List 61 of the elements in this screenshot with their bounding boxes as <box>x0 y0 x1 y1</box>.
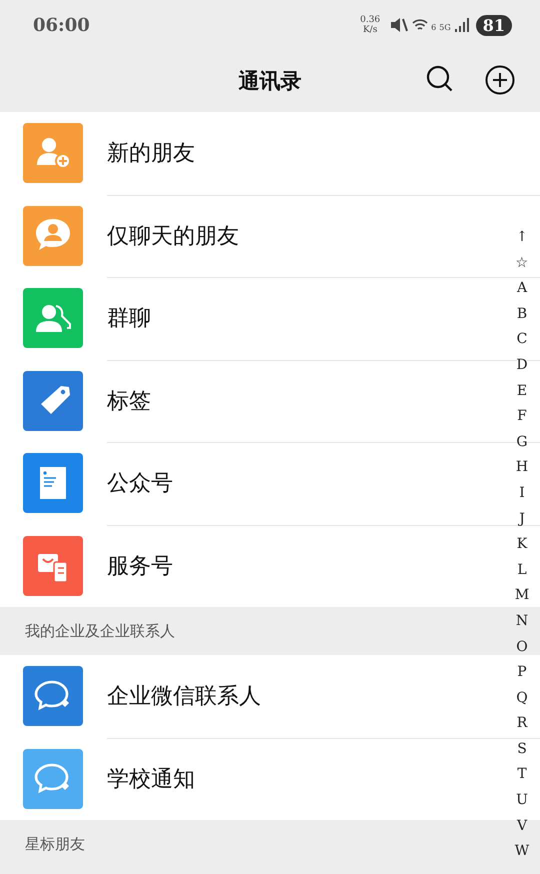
battery-indicator: 81 <box>476 14 512 36</box>
contact-list-item[interactable]: 仅聊天的朋友 <box>0 194 500 277</box>
index-letter[interactable]: ↑ <box>516 225 528 251</box>
list-item-label: 学校通知 <box>107 766 195 794</box>
index-letter[interactable]: V <box>516 814 528 840</box>
index-letter[interactable]: U <box>516 788 528 814</box>
bag-icon <box>23 536 83 596</box>
contact-list-item[interactable]: 服务号 <box>0 524 500 607</box>
index-letter[interactable]: K <box>516 532 528 558</box>
index-letter[interactable]: D <box>516 352 528 379</box>
section-header: 我的企业及企业联系人 <box>25 622 175 640</box>
list-item-label: 新的朋友 <box>107 140 195 168</box>
person-plus-icon <box>23 123 83 184</box>
search-icon[interactable] <box>426 65 454 93</box>
mute-icon <box>389 16 410 34</box>
status-time: 06:00 <box>33 14 90 36</box>
index-letter[interactable]: S <box>517 736 527 762</box>
page-title: 通讯录 <box>238 67 302 95</box>
index-letter[interactable]: C <box>516 327 528 353</box>
list-item-label: 企业微信联系人 <box>107 683 261 712</box>
index-letter[interactable]: H <box>516 455 528 481</box>
network-speed-unit: K/s <box>362 25 378 35</box>
chat-bubble-icon <box>23 748 83 809</box>
index-letter[interactable]: G <box>516 430 528 456</box>
network-speed: 0.36 <box>360 15 380 25</box>
list-item-label: 服务号 <box>107 552 173 581</box>
contact-list-item[interactable]: 公众号 <box>0 442 500 524</box>
person-bubble-icon <box>23 206 83 266</box>
index-letter[interactable]: O <box>516 634 528 660</box>
contact-list-item[interactable]: 企业微信联系人 <box>0 655 500 738</box>
section-header: 星标朋友 <box>25 834 85 854</box>
tag-icon <box>23 370 83 431</box>
index-letter[interactable]: I <box>519 480 525 507</box>
signal-icon <box>454 17 470 33</box>
index-letter[interactable]: Q <box>516 686 528 712</box>
people-icon <box>23 288 83 348</box>
list-item-label: 群聊 <box>107 305 151 334</box>
index-letter[interactable]: ☆ <box>516 250 528 276</box>
index-letter[interactable]: R <box>516 711 528 737</box>
add-icon[interactable] <box>485 65 515 95</box>
contact-list-item[interactable]: 群聊 <box>0 277 500 360</box>
index-letter[interactable]: F <box>517 404 527 430</box>
list-item-label: 标签 <box>107 388 151 416</box>
index-letter[interactable]: L <box>517 558 527 584</box>
list-item-label: 公众号 <box>107 470 173 498</box>
index-letter[interactable]: M <box>514 583 530 609</box>
index-letter[interactable]: J <box>519 506 525 532</box>
wifi-standard-label: 6 <box>431 22 436 32</box>
document-icon <box>23 453 83 514</box>
contact-list-item[interactable]: 标签 <box>0 360 500 442</box>
contact-list-item[interactable]: 学校通知 <box>0 738 500 820</box>
index-letter[interactable]: B <box>516 302 528 328</box>
index-letter[interactable]: N <box>516 608 528 634</box>
cellular-type-label: 5G <box>439 22 451 32</box>
index-letter[interactable]: T <box>517 762 527 788</box>
index-letter[interactable]: A <box>516 276 528 302</box>
chat-bubble-icon <box>23 666 83 726</box>
index-letter[interactable]: P <box>517 660 527 686</box>
index-letter[interactable]: W <box>514 839 530 865</box>
index-letter[interactable]: E <box>516 378 528 404</box>
list-item-label: 仅聊天的朋友 <box>107 222 239 251</box>
